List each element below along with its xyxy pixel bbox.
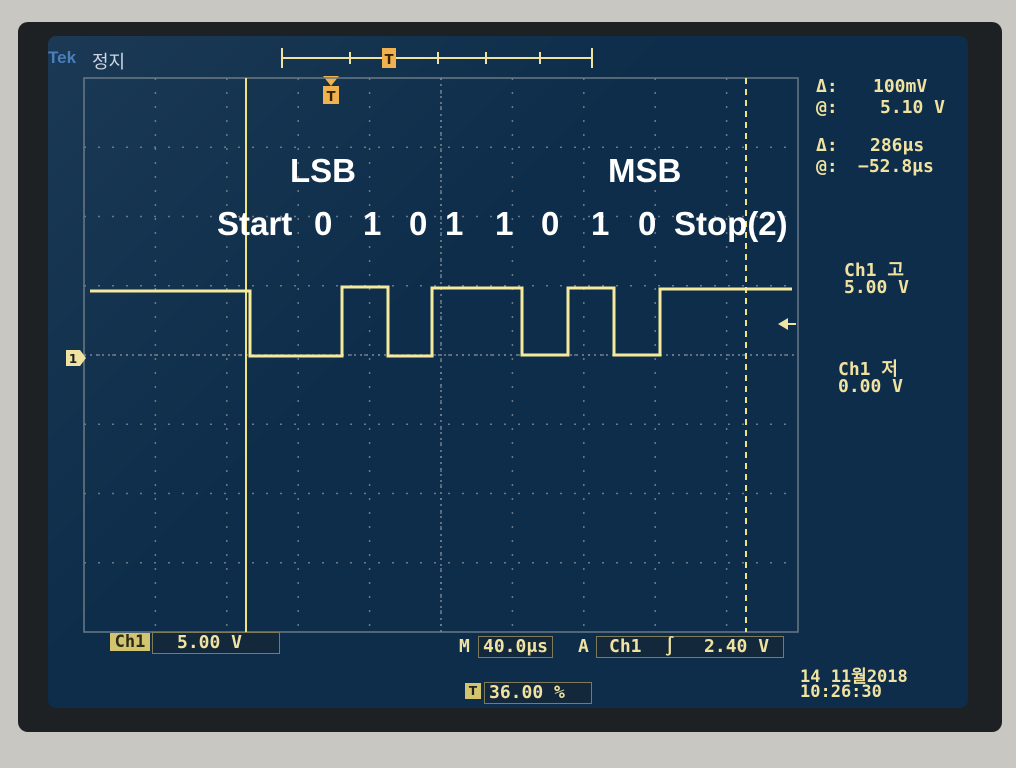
trigger-level: 2.40 V	[704, 636, 770, 657]
voltage-at-label: @:	[816, 97, 838, 118]
ground-marker-label: 1	[69, 352, 77, 366]
trigger-settings[interactable]: Ch1 ∫ 2.40 V	[596, 636, 784, 658]
ch1-ground-marker[interactable]: 1	[66, 350, 86, 366]
trigger-prefix: A	[578, 636, 589, 657]
timebase-prefix: M	[459, 636, 470, 657]
bit-1: 1	[363, 205, 382, 242]
bit-4: 1	[495, 205, 514, 242]
trigger-source: Ch1	[609, 636, 642, 657]
trigger-position-icon: T	[465, 683, 481, 699]
msb-label: MSB	[608, 152, 682, 189]
lsb-label: LSB	[290, 152, 356, 189]
rising-edge-icon: ∫	[664, 636, 676, 657]
bit-0: 0	[314, 205, 333, 242]
trigger-marker-label: T	[327, 90, 336, 105]
svg-text:T: T	[385, 53, 394, 68]
bit-6: 1	[591, 205, 610, 242]
start-bit-label: Start	[217, 205, 293, 242]
graticule-center-axes	[84, 78, 798, 632]
ch1-scale[interactable]: 5.00 V	[152, 632, 280, 654]
time-label: 10:26:30	[800, 682, 882, 702]
bit-7: 0	[638, 205, 657, 242]
record-view-bracket	[281, 48, 593, 68]
bit-3: 1	[445, 205, 464, 242]
ch1-badge[interactable]: Ch1	[110, 633, 150, 651]
trigger-marker-icon[interactable]: T	[323, 76, 339, 105]
voltage-delta-value: 100mV	[873, 76, 928, 97]
trigger-position-icon-top: T	[382, 48, 396, 68]
time-at-value: −52.8μs	[858, 156, 934, 177]
bit-2: 0	[409, 205, 428, 242]
timebase-value[interactable]: 40.0μs	[478, 636, 554, 658]
bit-5: 0	[541, 205, 560, 242]
stop-bits-label: Stop(2)	[674, 205, 788, 242]
time-delta-label: Δ:	[816, 135, 838, 156]
trigger-position-value[interactable]: 36.00 %	[484, 682, 592, 704]
trigger-level-arrow-icon[interactable]	[778, 318, 796, 330]
time-delta-value: 286μs	[870, 135, 925, 156]
ch1-low-value: 0.00 V	[838, 376, 904, 397]
time-at-label: @:	[816, 156, 838, 177]
voltage-at-value: 5.10 V	[880, 97, 946, 118]
ch1-high-value: 5.00 V	[844, 277, 910, 298]
voltage-delta-label: Δ:	[816, 76, 838, 97]
ch1-scale-value: 5.00 V	[177, 632, 243, 653]
